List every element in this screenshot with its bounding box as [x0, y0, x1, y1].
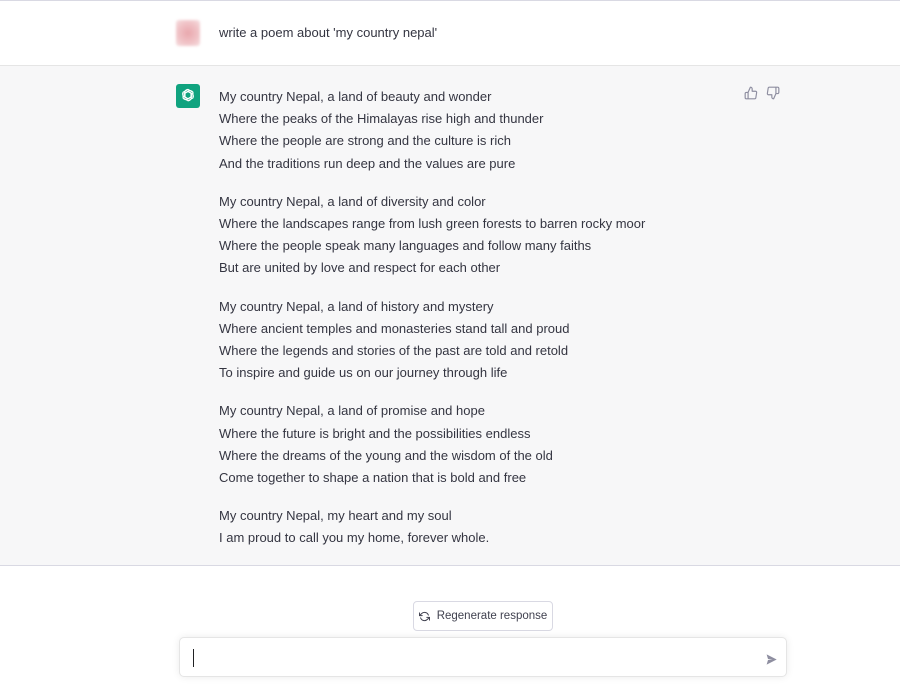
poem-line: But are united by love and respect for e…	[219, 260, 501, 276]
poem-line: My country Nepal, a land of history and …	[219, 298, 494, 314]
text-caret	[193, 649, 194, 667]
poem-line: I am proud to call you my home, forever …	[219, 530, 490, 546]
poem-line: Where ancient temples and monasteries st…	[219, 320, 570, 336]
thumbs-up-icon[interactable]	[744, 86, 758, 100]
poem-stanza: My country Nepal, a land of beauty and w…	[219, 86, 719, 175]
message-composer	[179, 637, 787, 677]
assistant-message-row: My country Nepal, a land of beauty and w…	[0, 66, 900, 566]
regenerate-response-button[interactable]: Regenerate response	[413, 601, 553, 631]
message-input[interactable]	[192, 646, 752, 670]
poem-line: Where the people are strong and the cult…	[219, 133, 511, 149]
poem-line: Come together to shape a nation that is …	[219, 470, 527, 486]
user-message-text: write a poem about 'my country nepal'	[219, 25, 438, 40]
thumbs-down-icon[interactable]	[766, 86, 780, 100]
poem-line: To inspire and guide us on our journey t…	[219, 365, 508, 381]
poem-stanza: My country Nepal, my heart and my soul I…	[219, 505, 719, 549]
openai-logo-icon	[176, 84, 200, 108]
poem-line: Where the legends and stories of the pas…	[219, 343, 569, 359]
poem-line: My country Nepal, a land of beauty and w…	[219, 89, 492, 104]
refresh-icon	[419, 610, 431, 622]
poem-line: My country Nepal, a land of diversity an…	[219, 193, 486, 209]
poem-line: Where the people speak many languages an…	[219, 238, 592, 254]
send-icon[interactable]	[764, 652, 778, 666]
feedback-buttons	[744, 86, 780, 100]
user-message-row: write a poem about 'my country nepal'	[0, 3, 900, 66]
poem-line: Where the future is bright and the possi…	[219, 425, 531, 441]
poem-line: Where the dreams of the young and the wi…	[219, 447, 553, 463]
poem-line: And the traditions run deep and the valu…	[219, 155, 516, 171]
poem-line: My country Nepal, my heart and my soul	[219, 508, 452, 524]
poem-line: My country Nepal, a land of promise and …	[219, 403, 485, 419]
regenerate-label: Regenerate response	[436, 610, 548, 622]
poem-stanza: My country Nepal, a land of history and …	[219, 296, 719, 385]
user-avatar	[176, 20, 200, 46]
poem-stanza: My country Nepal, a land of diversity an…	[219, 191, 719, 280]
poem-line: Where the landscapes range from lush gre…	[219, 216, 646, 232]
assistant-response: My country Nepal, a land of beauty and w…	[219, 86, 719, 566]
poem-stanza: My country Nepal, a land of promise and …	[219, 400, 719, 489]
poem-line: Where the peaks of the Himalayas rise hi…	[219, 111, 544, 127]
